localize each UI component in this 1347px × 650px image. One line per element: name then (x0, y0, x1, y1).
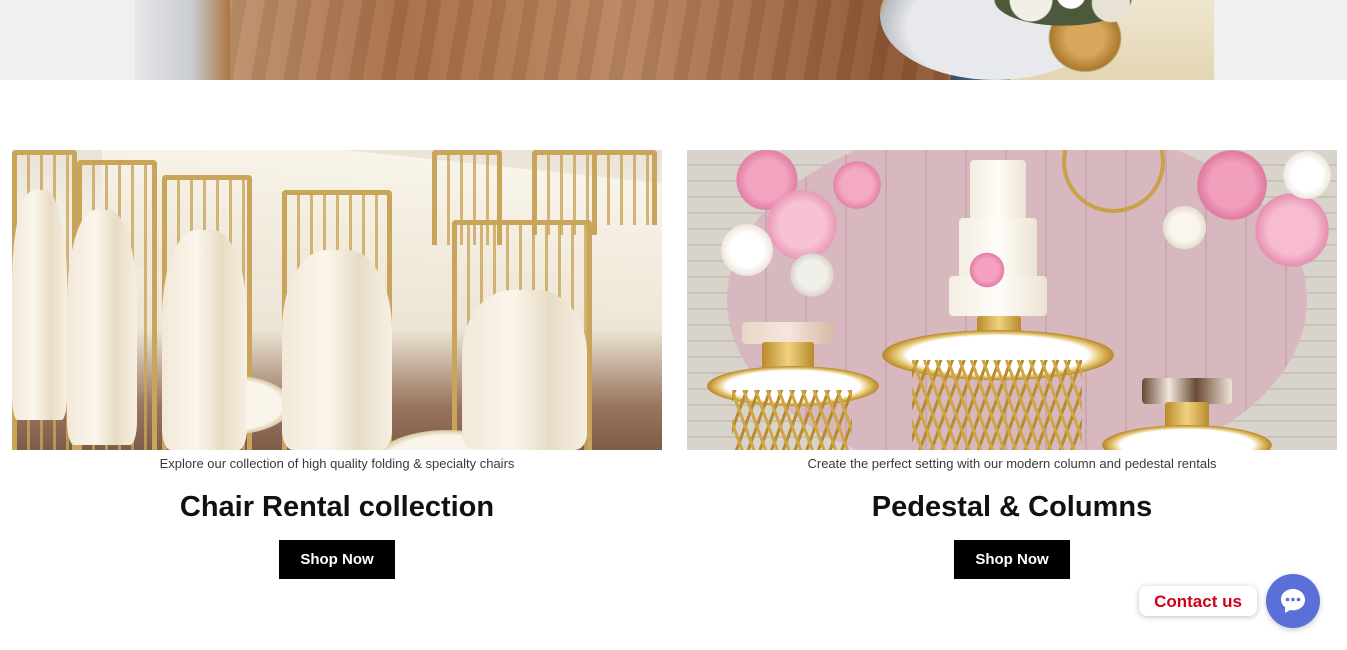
shop-now-button[interactable]: Shop Now (279, 540, 395, 579)
shop-now-button[interactable]: Shop Now (954, 540, 1070, 579)
chair-rental-image[interactable] (12, 150, 662, 450)
card-caption: Create the perfect setting with our mode… (807, 456, 1217, 471)
chat-bubble-icon (1281, 589, 1305, 613)
card-caption: Explore our collection of high quality f… (159, 456, 515, 471)
collection-card-pedestals: Create the perfect setting with our mode… (687, 150, 1337, 579)
contact-us-label[interactable]: Contact us (1139, 586, 1257, 616)
card-title: Pedestal & Columns (871, 491, 1153, 523)
pedestal-columns-image[interactable] (687, 150, 1337, 450)
card-title: Chair Rental collection (179, 491, 495, 523)
collection-card-chairs: Explore our collection of high quality f… (12, 150, 662, 579)
chat-launcher-button[interactable] (1266, 574, 1320, 628)
hero-strip (0, 0, 1347, 80)
venue-hero-image (135, 0, 1214, 80)
